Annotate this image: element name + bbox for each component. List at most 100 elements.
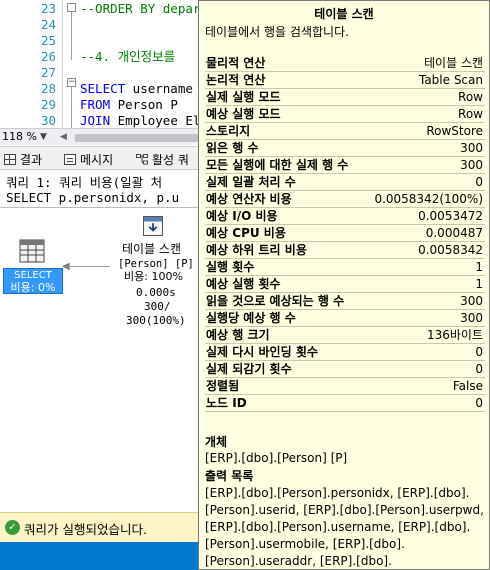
property-row: 실제 다시 바인딩 횟수 0 — [205, 344, 485, 361]
property-row: 예상 행 크기 136바이트 — [205, 327, 485, 344]
property-name: 실행당 예상 행 수 — [206, 311, 296, 325]
query-cost-header: 쿼리 1: 쿼리 비용(일괄 처 — [6, 175, 163, 190]
property-row: 예상 실행 모드 Row — [205, 106, 485, 123]
property-row: 실제 일괄 처리 수 0 — [205, 174, 485, 191]
select-node[interactable]: SELECT 비용: 0% — [3, 268, 63, 294]
sql-keyword: JOIN — [80, 113, 111, 128]
property-row: 읽은 행 수 300 — [205, 140, 485, 157]
object-section-label: 개체 — [205, 435, 228, 449]
scan-node-cost: 비용: 100% — [124, 270, 183, 283]
property-value: 300 — [460, 294, 483, 308]
property-value: 0 — [475, 175, 483, 189]
property-value: 0.0058342(100%) — [374, 192, 483, 206]
property-name: 노드 ID — [206, 396, 247, 410]
property-value: 300 — [460, 158, 483, 172]
property-name: 정렬됨 — [206, 379, 240, 393]
property-row: 실행당 예상 행 수 300 — [205, 310, 485, 327]
output-column-line: [Person].usermobile, [ERP].[dbo]. — [205, 537, 405, 551]
tab-live-query-plan[interactable]: 활성 쿼 — [136, 151, 189, 167]
scan-node-rows: 300/ — [144, 300, 171, 313]
property-value: Row — [458, 90, 483, 104]
results-tab-bar: 결과 메시지 활성 쿼 — [0, 146, 200, 170]
horizontal-scrollbar[interactable] — [75, 134, 200, 142]
property-row: 물리적 연산 테이블 스캔 — [205, 55, 485, 72]
property-name: 예상 CPU 비용 — [206, 226, 286, 240]
property-row: 노드 ID 0 — [205, 395, 485, 412]
property-name: 읽을 것으로 예상되는 행 수 — [206, 294, 345, 308]
property-row: 논리적 연산 Table Scan — [205, 72, 485, 89]
property-value: 0 — [475, 396, 483, 410]
property-row: 실제 실행 모드 Row — [205, 89, 485, 106]
property-row: 정렬됨 False — [205, 378, 485, 395]
object-value: [ERP].[dbo].[Person] [P] — [205, 451, 348, 465]
property-value: 1 — [475, 277, 483, 291]
property-value: 0 — [475, 362, 483, 376]
sql-text: username — [125, 81, 193, 96]
property-value: Row — [458, 107, 483, 121]
zoom-bar: 118 % ▼ ◀ — [0, 128, 200, 145]
property-row: 예상 실행 횟수 1 — [205, 276, 485, 293]
property-value: 0 — [475, 345, 483, 359]
chevron-down-icon[interactable]: ▼ — [40, 132, 47, 142]
select-node-cost: 비용: 0% — [10, 281, 56, 294]
zoom-level[interactable]: 118 % — [2, 130, 37, 143]
code-editor[interactable]: − 23 --ORDER BY depar 24 25 26 --4. 개인정보를 27 28… — [0, 0, 200, 128]
tab-messages[interactable]: 메시지 — [64, 151, 113, 167]
property-value: 300 — [460, 141, 483, 155]
property-name: 예상 하위 트리 비용 — [206, 243, 307, 257]
scan-node-time: 0.000s — [136, 286, 176, 299]
tooltip-title: 테이블 스캔 — [314, 7, 374, 21]
property-row: 예상 I/O 비용 0.0053472 — [205, 208, 485, 225]
code-text: JOIN Employee El — [80, 111, 200, 128]
code-line[interactable]: 30 JOIN Employee El — [0, 111, 200, 128]
scan-node-label[interactable]: 테이블 스캔 — [122, 240, 181, 257]
output-list: [ERP].[dbo].[Person].personidx, [ERP].[d… — [205, 485, 487, 570]
property-name: 물리적 연산 — [206, 56, 266, 70]
operator-tooltip: 테이블 스캔 테이블에서 행을 검색합니다. 물리적 연산 테이블 스캔 논리적 연… — [198, 0, 490, 570]
scroll-left-icon[interactable]: ◀ — [60, 132, 67, 142]
status-message: 쿼리가 실행되었습니다. — [24, 522, 147, 537]
property-row: 읽을 것으로 예상되는 행 수 300 — [205, 293, 485, 310]
property-name: 예상 연산자 비용 — [206, 192, 292, 206]
property-value: 136바이트 — [426, 328, 483, 342]
property-name: 모든 실행에 대한 실제 행 수 — [206, 158, 349, 172]
property-row: 실제 되감기 횟수 0 — [205, 361, 485, 378]
property-name: 실제 실행 모드 — [206, 90, 281, 104]
property-name: 예상 행 크기 — [206, 328, 270, 342]
select-node-icon[interactable] — [19, 239, 45, 263]
property-name: 읽은 행 수 — [206, 141, 259, 155]
property-row: 스토리지 RowStore — [205, 123, 485, 140]
property-value: Table Scan — [418, 73, 483, 87]
line-number: 30 — [40, 113, 56, 128]
sql-keyword: SELECT — [80, 81, 126, 96]
output-column-line: [ERP].[dbo].[Person].username, [ERP].[db… — [205, 520, 471, 534]
property-name: 실제 다시 바인딩 횟수 — [206, 345, 318, 359]
property-value: 0.000487 — [425, 226, 483, 240]
query-status-bar: ✓ 쿼리가 실행되었습니다. — [0, 512, 200, 542]
tooltip-description: 테이블에서 행을 검색합니다. — [205, 25, 349, 39]
tooltip-properties: 물리적 연산 테이블 스캔 논리적 연산 Table Scan 실제 실행 모드 Row 예… — [205, 55, 485, 412]
execution-plan-pane: 쿼리 1: 쿼리 비용(일괄 처 SELECT p.personidx, p.u… — [0, 170, 200, 510]
property-row: 예상 연산자 비용 0.0058342(100%) — [205, 191, 485, 208]
property-row: 예상 CPU 비용 0.000487 — [205, 225, 485, 242]
tab-plan-label: 활성 쿼 — [152, 152, 189, 167]
property-name: 스토리지 — [206, 124, 251, 138]
table-scan-icon[interactable] — [143, 216, 163, 236]
tab-results-label: 결과 — [20, 152, 43, 167]
plan-icon — [136, 153, 148, 164]
property-name: 예상 실행 모드 — [206, 107, 281, 121]
data-flow-arrow — [66, 266, 110, 267]
success-check-icon: ✓ — [5, 520, 20, 535]
property-row: 예상 하위 트리 비용 0.0058342 — [205, 242, 485, 259]
property-name: 실행 횟수 — [206, 260, 255, 274]
tab-messages-label: 메시지 — [80, 152, 114, 167]
tab-results[interactable]: 결과 — [4, 151, 42, 167]
property-value: 0.0058342 — [418, 243, 483, 257]
property-value: 300 — [460, 311, 483, 325]
property-row: 모든 실행에 대한 실제 행 수 300 — [205, 157, 485, 174]
property-row: 실행 횟수 1 — [205, 259, 485, 276]
property-name: 예상 I/O 비용 — [206, 209, 278, 223]
property-value: 1 — [475, 260, 483, 274]
sql-keyword: FROM — [80, 97, 111, 112]
divider — [0, 207, 200, 208]
